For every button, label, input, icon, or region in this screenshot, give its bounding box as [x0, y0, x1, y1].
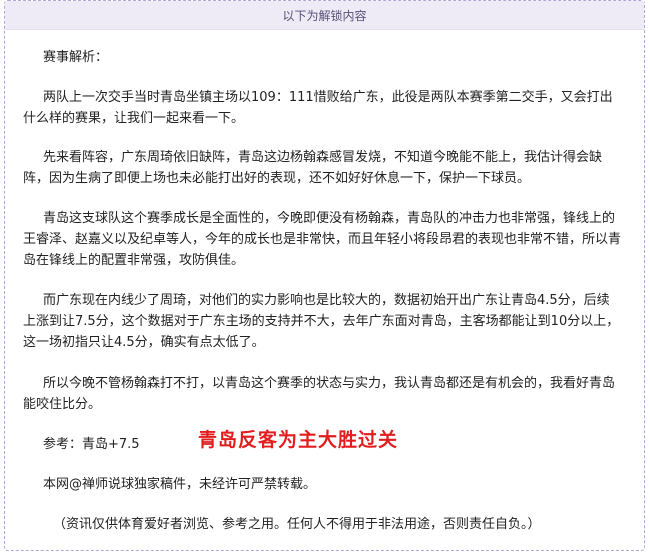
- section-title: 赛事解析：: [43, 50, 109, 65]
- paragraph-4-line-3: 这一场初指只让4.5分，确实有点太低了。: [23, 335, 265, 350]
- paragraph-4-line-1: 而广东现在内线少了周琦，对他们的实力影响也是比较大的，数据初始开出广东让青岛4.…: [43, 293, 610, 308]
- paragraph-2-line-2: 阵，因为生病了即便上场也未必能打出好的表现，还不如好好休息一下，保护一下球员。: [23, 171, 531, 186]
- prediction-headline: 青岛反客为主大胜过关: [198, 429, 399, 451]
- unlock-banner-text: 以下为解锁内容: [282, 8, 367, 23]
- paragraph-3-line-1: 青岛这支球队这个赛季成长是全面性的，今晚即便没有杨翰森，青岛队的冲击力也非常强，…: [43, 211, 616, 226]
- unlocked-content-box: 以下为解锁内容 赛事解析： 两队上一次交手当时青岛坐镇主场以109：111惜败给…: [4, 0, 645, 551]
- paragraph-2-line-1: 先来看阵容，广东周琦依旧缺阵，青岛这边杨翰森感冒发烧，不知道今晚能不能上，我估计…: [43, 150, 603, 165]
- paragraph-5-line-2: 能咬住比分。: [23, 397, 102, 412]
- article-body: 赛事解析： 两队上一次交手当时青岛坐镇主场以109：111惜败给广东，此役是两队…: [5, 29, 644, 550]
- paragraph-1-line-2: 什么样的赛果，让我们一起来看一下。: [23, 111, 245, 126]
- paragraph-3-line-3: 岛在锋线上的配置非常强，攻防俱佳。: [23, 253, 245, 268]
- copyright-notice: 本网@禅师说球独家稿件，未经许可严禁转载。: [43, 477, 317, 492]
- paragraph-3-line-2: 王睿泽、赵嘉义以及纪卓等人，今年的成长也是非常快，而且年轻小将段昂君的表现也非常…: [23, 232, 622, 247]
- disclaimer: （资讯仅供体育爱好者浏览、参考之用。任何人不得用于非法用途，否则责任自负。）: [53, 517, 541, 532]
- paragraph-1-line-1: 两队上一次交手当时青岛坐镇主场以109：111惜败给广东，此役是两队本赛季第二交…: [43, 90, 613, 105]
- reference-pick: 参考：青岛+7.5: [43, 437, 140, 452]
- unlock-banner: 以下为解锁内容: [5, 1, 644, 30]
- paragraph-4-line-2: 上涨到让7.5分，这个数据对于广东主场的支持并不大，去年广东面对青岛，主客场都能…: [23, 314, 620, 329]
- paragraph-5-line-1: 所以今晚不管杨翰森打不打，以青岛这个赛季的状态与实力，我认青岛都还是有机会的，我…: [43, 376, 616, 391]
